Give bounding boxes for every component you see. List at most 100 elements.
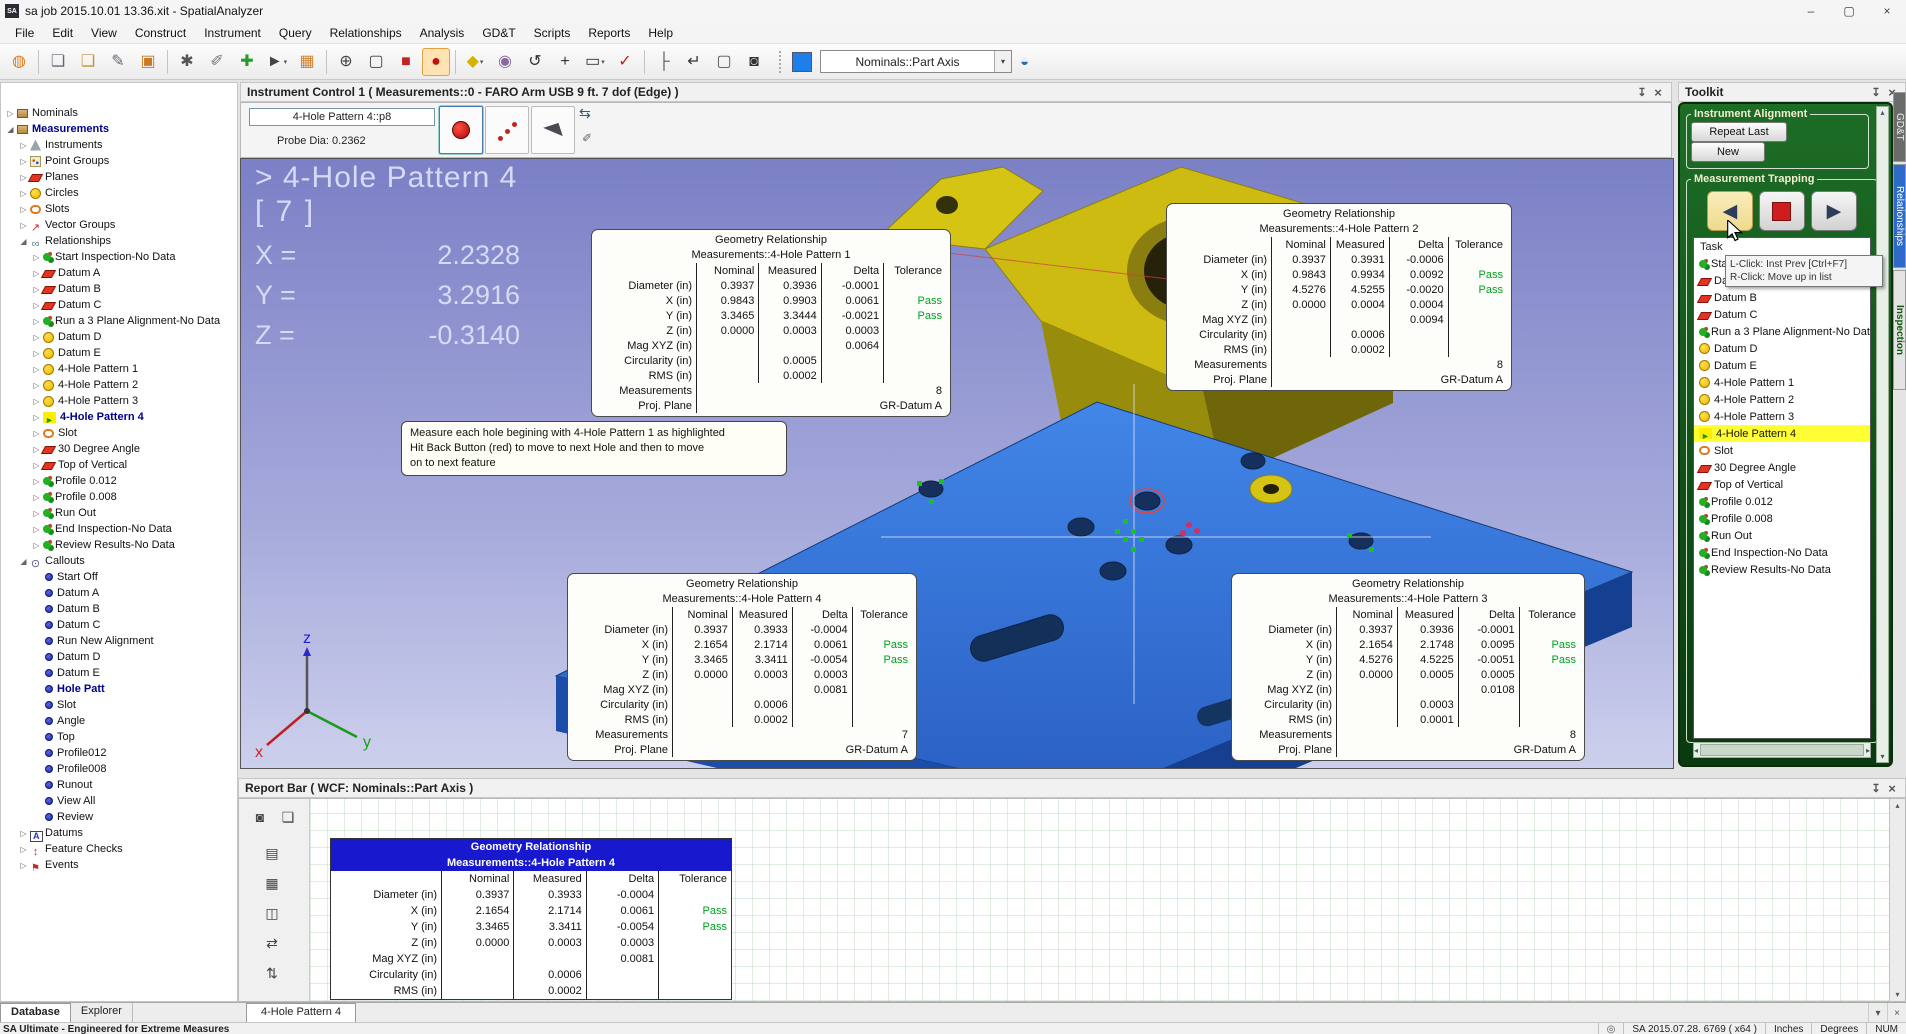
single-point-button[interactable]: [439, 106, 483, 154]
expand-arrow-icon[interactable]: ▷: [31, 541, 42, 550]
tree-item[interactable]: Start Off: [1, 569, 237, 585]
scroll-up-icon[interactable]: ▴: [1880, 108, 1884, 117]
task-item[interactable]: 4-Hole Pattern 3: [1694, 408, 1870, 425]
tree-item[interactable]: ▷Profile 0.012: [1, 473, 237, 489]
pin-icon[interactable]: [1869, 781, 1883, 795]
help-ring-icon[interactable]: ◍: [5, 48, 33, 76]
side-tab-gd-t[interactable]: GD&T: [1893, 92, 1906, 162]
tree-item[interactable]: ▷Start Inspection-No Data: [1, 249, 237, 265]
tree-item[interactable]: ▷Datums: [1, 825, 237, 841]
tree-item[interactable]: Hole Patt: [1, 681, 237, 697]
menu-item-view[interactable]: View: [82, 26, 126, 40]
menu-item-construct[interactable]: Construct: [126, 26, 195, 40]
expand-arrow-icon[interactable]: ▷: [31, 493, 42, 502]
expand-arrow-icon[interactable]: ◢: [18, 557, 29, 566]
chevron-down-icon[interactable]: ▾: [994, 51, 1011, 72]
minimize-button[interactable]: –: [1792, 0, 1830, 22]
tree-item[interactable]: ▷Circles: [1, 185, 237, 201]
report-document-tab[interactable]: 4-Hole Pattern 4: [246, 1003, 356, 1023]
target-name-field[interactable]: 4-Hole Pattern 4::p8: [249, 108, 435, 126]
scroll-down-icon[interactable]: ▾: [1895, 990, 1899, 999]
hierarchy-icon[interactable]: ▦: [293, 48, 321, 76]
expand-arrow-icon[interactable]: ▷: [31, 509, 42, 518]
expand-arrow-icon[interactable]: ▷: [18, 205, 29, 214]
tree-item[interactable]: Profile008: [1, 761, 237, 777]
side-tab-inspection[interactable]: Inspection: [1893, 270, 1906, 390]
menu-item-reports[interactable]: Reports: [579, 26, 639, 40]
palette-icon[interactable]: ◉: [491, 48, 519, 76]
save-icon[interactable]: ▣: [134, 48, 162, 76]
display-monitor-icon[interactable]: ▭▾: [581, 48, 609, 76]
tree-item[interactable]: Angle: [1, 713, 237, 729]
zoom-magnifier-icon[interactable]: ◎: [1598, 1023, 1624, 1034]
tree-item[interactable]: ▷Vector Groups: [1, 217, 237, 233]
utilities-wrench-icon[interactable]: ✐: [203, 48, 231, 76]
expand-arrow-icon[interactable]: ▷: [31, 253, 42, 262]
tree-item[interactable]: ▷Review Results-No Data: [1, 537, 237, 553]
task-item[interactable]: Slot: [1694, 442, 1870, 459]
tree-item[interactable]: ▷Feature Checks: [1, 841, 237, 857]
menu-item-instrument[interactable]: Instrument: [195, 26, 270, 40]
new-alignment-button[interactable]: New: [1691, 142, 1765, 162]
tree-item[interactable]: Datum D: [1, 649, 237, 665]
task-item[interactable]: Profile 0.008: [1694, 510, 1870, 527]
report-swap-icon[interactable]: ⇄: [261, 933, 283, 953]
close-icon[interactable]: ×: [1887, 1003, 1906, 1023]
new-file-icon[interactable]: ❏: [44, 48, 72, 76]
task-item[interactable]: Review Results-No Data: [1694, 561, 1870, 578]
remote-control-icon[interactable]: ⇆: [579, 105, 591, 122]
repeat-last-button[interactable]: Repeat Last: [1691, 122, 1787, 142]
color-swatch[interactable]: [792, 52, 812, 72]
menu-item-file[interactable]: File: [6, 26, 43, 40]
report-snapshot-icon[interactable]: ◙: [249, 807, 271, 827]
report-grid-area[interactable]: Geometry RelationshipMeasurements::4-Hol…: [310, 799, 1889, 1001]
task-item[interactable]: Datum C: [1694, 306, 1870, 323]
stop-trapping-button[interactable]: [1759, 191, 1805, 231]
expand-arrow-icon[interactable]: ▷: [18, 861, 29, 870]
nav-tab-database[interactable]: Database: [0, 1003, 71, 1023]
pin-icon[interactable]: [1869, 85, 1883, 99]
expand-arrow-icon[interactable]: ◢: [18, 237, 29, 246]
graphics-viewport[interactable]: z x y > 4-Hole Pattern 4 [ 7 ] X =2.2328…: [240, 158, 1674, 769]
add-instrument-icon[interactable]: ✚: [233, 48, 261, 76]
expand-arrow-icon[interactable]: ◢: [5, 125, 16, 134]
expand-arrow-icon[interactable]: ▷: [31, 429, 42, 438]
tree-item[interactable]: ▷Datum E: [1, 345, 237, 361]
highlight-color-icon[interactable]: ◒: [1020, 53, 1029, 70]
tree-item[interactable]: ▷End Inspection-No Data: [1, 521, 237, 537]
tree-item[interactable]: ▷4-Hole Pattern 1: [1, 361, 237, 377]
tree-item[interactable]: Review: [1, 809, 237, 825]
open-file-icon[interactable]: ❑: [74, 48, 102, 76]
next-feature-button[interactable]: [1811, 191, 1857, 231]
tree-item[interactable]: Slot: [1, 697, 237, 713]
tree-item[interactable]: Datum C: [1, 617, 237, 633]
report-copy-icon[interactable]: ❏: [277, 807, 299, 827]
history-undo-icon[interactable]: ↺: [521, 48, 549, 76]
menu-item-scripts[interactable]: Scripts: [525, 26, 580, 40]
menu-item-query[interactable]: Query: [270, 26, 321, 40]
side-tab-relationships[interactable]: Relationships: [1893, 164, 1906, 268]
menu-item-edit[interactable]: Edit: [43, 26, 82, 40]
expand-arrow-icon[interactable]: ▷: [18, 221, 29, 230]
scroll-up-icon[interactable]: ▴: [1895, 801, 1899, 810]
task-item[interactable]: Datum E: [1694, 357, 1870, 374]
hand-probe-icon[interactable]: ✐: [582, 131, 592, 145]
tree-item[interactable]: ▷Run a 3 Plane Alignment-No Data: [1, 313, 237, 329]
expand-arrow-icon[interactable]: ▷: [18, 829, 29, 838]
expand-arrow-icon[interactable]: ▷: [31, 317, 42, 326]
scroll-right-icon[interactable]: ▸: [1866, 746, 1870, 755]
tree-item[interactable]: ◢Measurements: [1, 121, 237, 137]
toolkit-vertical-scrollbar[interactable]: ▴ ▾: [1876, 106, 1889, 763]
task-item[interactable]: Profile 0.012: [1694, 493, 1870, 510]
import-edit-icon[interactable]: ✎: [104, 48, 132, 76]
tree-item[interactable]: Datum E: [1, 665, 237, 681]
task-item[interactable]: 4-Hole Pattern 2: [1694, 391, 1870, 408]
tree-item[interactable]: Profile012: [1, 745, 237, 761]
frame-combo[interactable]: Nominals::Part Axis ▾: [820, 50, 1012, 73]
tree-item[interactable]: ▷Slot: [1, 425, 237, 441]
tree-item[interactable]: Run New Alignment: [1, 633, 237, 649]
selection-box-icon[interactable]: ▢: [710, 48, 738, 76]
tree-item[interactable]: Datum A: [1, 585, 237, 601]
report-vertical-scrollbar[interactable]: ▴ ▾: [1889, 799, 1905, 1001]
expand-arrow-icon[interactable]: ▷: [31, 365, 42, 374]
